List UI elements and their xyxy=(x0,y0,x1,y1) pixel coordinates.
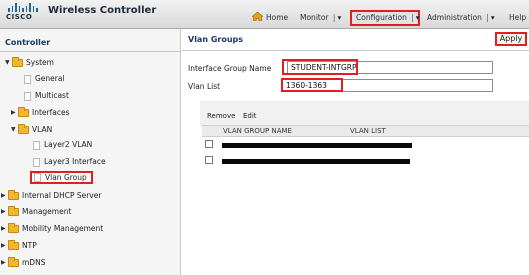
home-icon xyxy=(252,12,263,21)
page-icon xyxy=(33,140,40,150)
main-panel: Vlan Groups Apply Interface Group Name S… xyxy=(182,29,529,275)
sidebar-item-layer2-vlan[interactable]: Layer2 VLAN xyxy=(33,139,92,151)
nav-separator: | xyxy=(486,13,489,22)
sidebar-item-label: Interfaces xyxy=(32,108,70,117)
page-icon xyxy=(34,173,41,182)
table-row[interactable] xyxy=(202,154,529,168)
folder-icon xyxy=(8,190,19,200)
sidebar: Controller ▼ System General Multicast ▶ … xyxy=(0,29,181,275)
nav-home-label: Home xyxy=(266,13,289,22)
collapse-arrow-icon[interactable]: ▶ xyxy=(11,107,18,119)
apply-button[interactable]: Apply xyxy=(495,32,527,46)
chevron-down-icon: ▾ xyxy=(415,13,420,22)
table-row[interactable] xyxy=(202,138,529,152)
sidebar-item-multicast[interactable]: Multicast xyxy=(24,90,69,102)
expand-arrow-icon[interactable]: ▼ xyxy=(5,57,12,69)
sidebar-divider xyxy=(0,51,180,52)
redacted-text xyxy=(222,143,412,148)
folder-icon xyxy=(8,257,19,267)
row-checkbox[interactable] xyxy=(205,140,213,148)
collapse-arrow-icon[interactable]: ▶ xyxy=(1,206,8,218)
sidebar-title: Controller xyxy=(5,38,51,47)
sidebar-item-vlan[interactable]: ▼ VLAN xyxy=(11,124,52,136)
redacted-text xyxy=(222,159,410,164)
table-toolbar: Remove Edit xyxy=(200,101,529,127)
collapse-arrow-icon[interactable]: ▶ xyxy=(1,257,8,269)
sidebar-item-label: Layer3 Interface xyxy=(44,157,106,166)
nav-monitor-label: Monitor xyxy=(300,13,329,22)
sidebar-item-interfaces[interactable]: ▶ Interfaces xyxy=(11,107,70,119)
sidebar-item-label: NTP xyxy=(22,241,37,250)
sidebar-item-label: Layer2 VLAN xyxy=(44,140,93,149)
row-checkbox[interactable] xyxy=(205,156,213,164)
folder-icon xyxy=(18,107,29,117)
column-header-vlan-group-name[interactable]: VLAN GROUP NAME xyxy=(223,127,292,135)
sidebar-item-management[interactable]: ▶ Management xyxy=(1,206,71,218)
sidebar-item-vlan-group[interactable]: Vlan Group xyxy=(30,171,93,184)
folder-icon xyxy=(8,240,19,250)
nav-configuration-label: Configuration xyxy=(356,13,407,22)
sidebar-item-label: Management xyxy=(22,207,72,216)
folder-open-icon xyxy=(18,124,29,134)
sidebar-item-label: Multicast xyxy=(35,91,69,100)
sidebar-item-mobility-management[interactable]: ▶ Mobility Management xyxy=(1,223,103,235)
page-icon xyxy=(24,74,31,84)
expand-arrow-icon[interactable]: ▼ xyxy=(11,124,18,136)
nav-separator: | xyxy=(332,13,336,22)
sidebar-item-label: Vlan Group xyxy=(45,173,87,182)
title-divider xyxy=(182,50,529,51)
top-nav: Home Monitor | ▾ Configuration | ▾ Adminis… xyxy=(0,10,529,26)
interface-group-name-label: Interface Group Name xyxy=(188,64,272,73)
sidebar-item-label: mDNS xyxy=(22,258,46,267)
folder-open-icon xyxy=(12,57,23,67)
folder-icon xyxy=(8,206,19,216)
sidebar-item-mdns[interactable]: ▶ mDNS xyxy=(1,257,45,269)
collapse-arrow-icon[interactable]: ▶ xyxy=(1,190,8,202)
sidebar-item-label: Mobility Management xyxy=(22,224,104,233)
sidebar-item-label: Internal DHCP Server xyxy=(22,191,102,200)
page-icon xyxy=(33,157,40,167)
sidebar-item-system[interactable]: ▼ System xyxy=(5,57,54,69)
page-title: Vlan Groups xyxy=(188,35,244,44)
nav-administration-label: Administration xyxy=(427,13,482,22)
sidebar-item-layer3-interface[interactable]: Layer3 Interface xyxy=(33,156,106,168)
nav-monitor[interactable]: Monitor | ▾ xyxy=(300,10,341,26)
nav-administration[interactable]: Administration | ▾ xyxy=(427,10,495,26)
sidebar-item-internal-dhcp-server[interactable]: ▶ Internal DHCP Server xyxy=(1,190,101,202)
page-icon xyxy=(24,91,31,101)
collapse-arrow-icon[interactable]: ▶ xyxy=(1,223,8,235)
nav-configuration[interactable]: Configuration | ▾ xyxy=(350,10,420,26)
sidebar-item-label: General xyxy=(35,74,65,83)
chevron-down-icon: ▾ xyxy=(490,13,495,22)
interface-group-name-field[interactable]: STUDENT-INTGRP xyxy=(287,61,493,74)
sidebar-item-ntp[interactable]: ▶ NTP xyxy=(1,240,37,252)
nav-home[interactable]: Home xyxy=(252,10,288,26)
collapse-arrow-icon[interactable]: ▶ xyxy=(1,240,8,252)
folder-icon xyxy=(8,223,19,233)
remove-button[interactable]: Remove xyxy=(207,112,235,120)
top-bar: CISCO Wireless Controller Home Monitor |… xyxy=(0,0,529,29)
sidebar-item-general[interactable]: General xyxy=(24,73,65,85)
chevron-down-icon: ▾ xyxy=(337,13,342,22)
table-header: VLAN GROUP NAME VLAN LIST xyxy=(202,125,529,137)
nav-help[interactable]: Help xyxy=(509,10,526,26)
column-header-vlan-list[interactable]: VLAN LIST xyxy=(350,127,386,135)
vlan-list-field[interactable]: 1360-1363 xyxy=(282,79,493,92)
edit-button[interactable]: Edit xyxy=(243,112,257,120)
sidebar-item-label: VLAN xyxy=(32,125,53,134)
sidebar-item-label: System xyxy=(26,58,54,67)
vlan-list-label: Vlan List xyxy=(188,82,221,91)
nav-separator: | xyxy=(411,13,414,22)
